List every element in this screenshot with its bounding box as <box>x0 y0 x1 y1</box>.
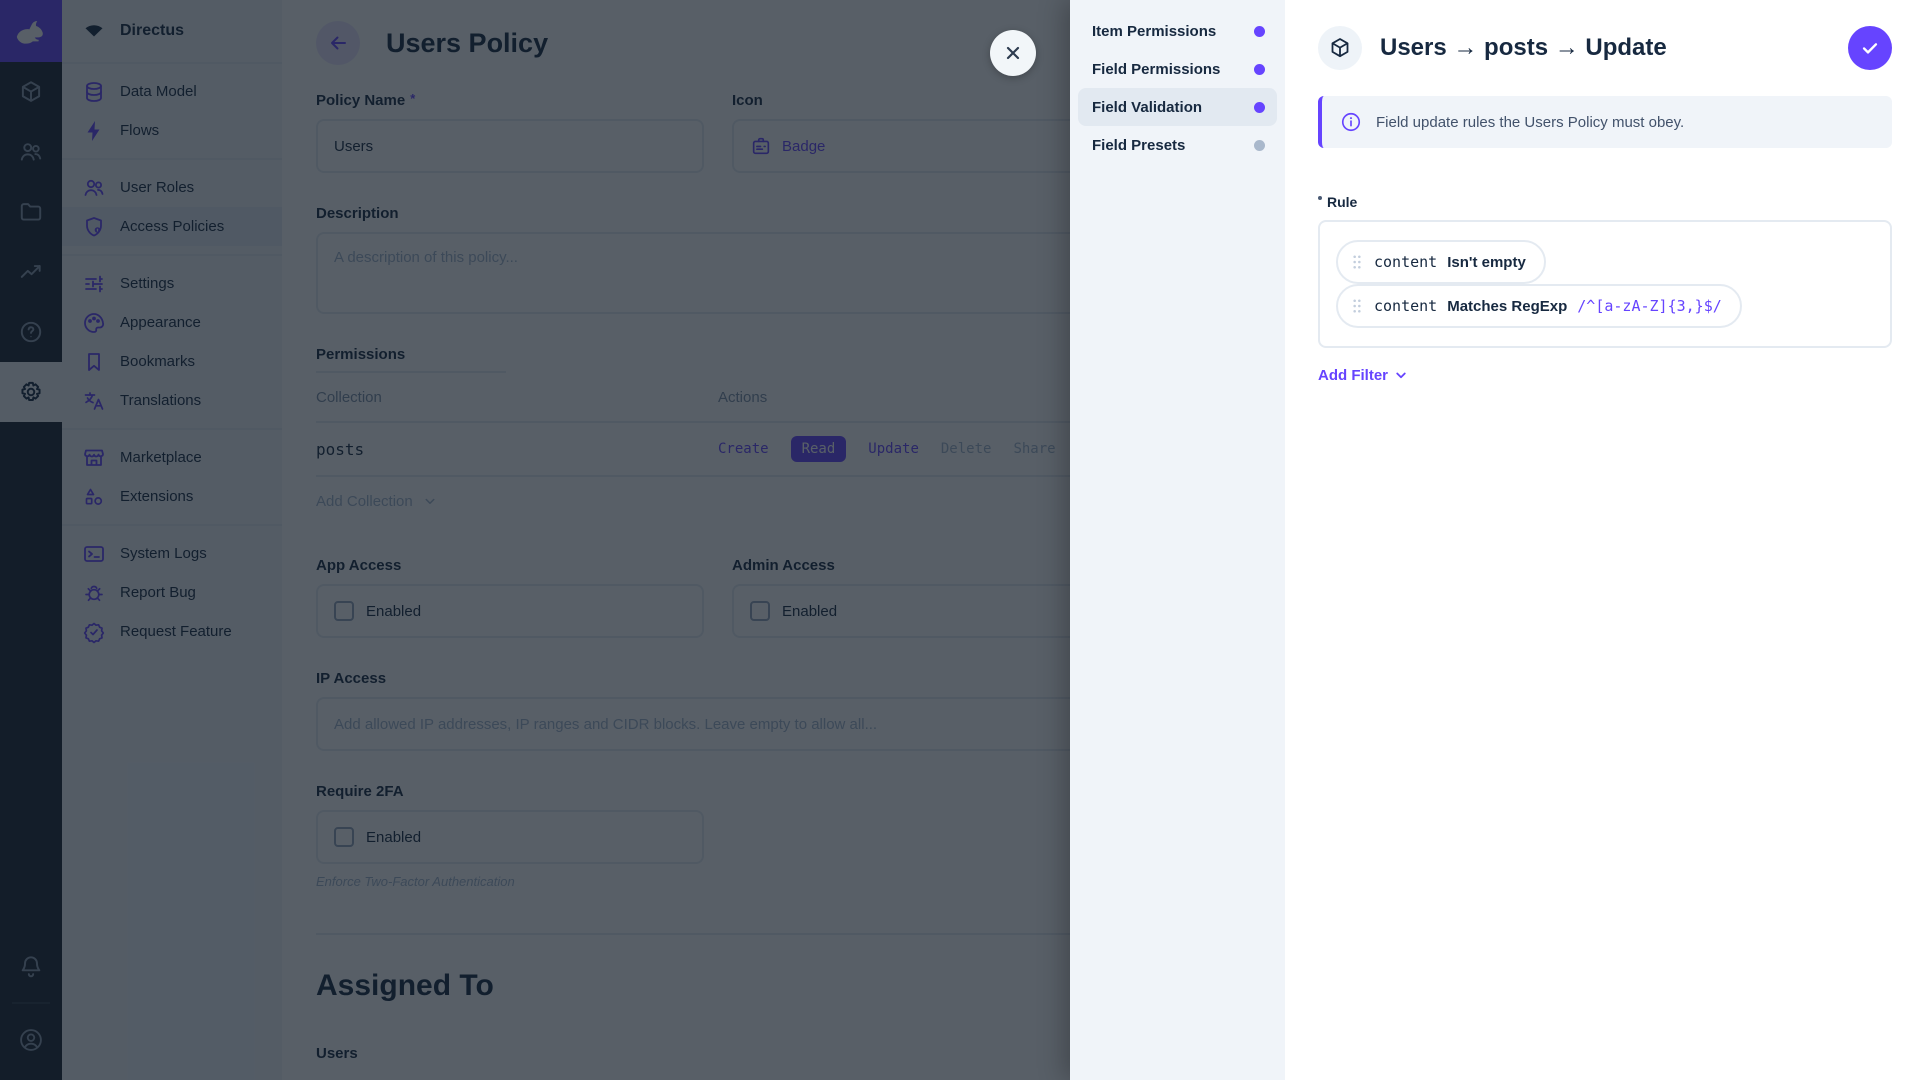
drawer-overlay[interactable] <box>0 0 1070 1080</box>
notice-text: Field update rules the Users Policy must… <box>1376 114 1684 131</box>
drawer-header: Users → posts → Update <box>1318 26 1892 70</box>
filter-field[interactable]: content <box>1374 297 1437 315</box>
add-filter-label: Add Filter <box>1318 367 1388 384</box>
add-filter-button[interactable]: Add Filter <box>1318 366 1410 384</box>
required-dot-icon <box>1318 196 1322 200</box>
filter-operator[interactable]: Isn't empty <box>1447 254 1526 271</box>
filter-field[interactable]: content <box>1374 253 1437 271</box>
menu-item-field-validation[interactable]: Field Validation <box>1078 88 1277 126</box>
status-dot <box>1254 102 1265 113</box>
drag-handle-icon[interactable] <box>1350 253 1364 271</box>
rules-box: content Isn't empty content Matches RegE… <box>1318 220 1892 348</box>
check-icon <box>1859 37 1881 59</box>
drag-handle-icon[interactable] <box>1350 297 1364 315</box>
filter-value[interactable]: /^[a-zA-Z]{3,}$/ <box>1577 297 1722 315</box>
menu-item-field-presets[interactable]: Field Presets <box>1078 126 1277 164</box>
menu-item-item-permissions[interactable]: Item Permissions <box>1078 12 1277 50</box>
rule-label: Rule <box>1327 194 1357 210</box>
close-drawer-button[interactable] <box>990 30 1036 76</box>
menu-item-label: Field Permissions <box>1092 61 1220 78</box>
permissions-drawer: Item Permissions Field Permissions Field… <box>1070 0 1920 1080</box>
drawer-content: Users → posts → Update Field update rule… <box>1285 0 1920 1080</box>
drawer-title: Users → posts → Update <box>1380 34 1830 62</box>
filter-pill[interactable]: content Matches RegExp /^[a-zA-Z]{3,}$/ <box>1336 284 1742 328</box>
chevron-down-icon <box>1392 366 1410 384</box>
drawer-menu: Item Permissions Field Permissions Field… <box>1070 0 1285 1080</box>
confirm-button[interactable] <box>1848 26 1892 70</box>
menu-item-label: Field Validation <box>1092 99 1202 116</box>
status-dot <box>1254 140 1265 151</box>
menu-item-label: Item Permissions <box>1092 23 1216 40</box>
status-dot <box>1254 26 1265 37</box>
collection-cube-icon <box>1318 26 1362 70</box>
close-icon <box>1001 41 1025 65</box>
filter-pill[interactable]: content Isn't empty <box>1336 240 1546 284</box>
info-notice: Field update rules the Users Policy must… <box>1318 96 1892 148</box>
menu-item-label: Field Presets <box>1092 137 1185 154</box>
info-icon <box>1340 111 1362 133</box>
rule-label-row: Rule <box>1318 194 1892 210</box>
filter-operator[interactable]: Matches RegExp <box>1447 298 1567 315</box>
status-dot <box>1254 64 1265 75</box>
menu-item-field-permissions[interactable]: Field Permissions <box>1078 50 1277 88</box>
